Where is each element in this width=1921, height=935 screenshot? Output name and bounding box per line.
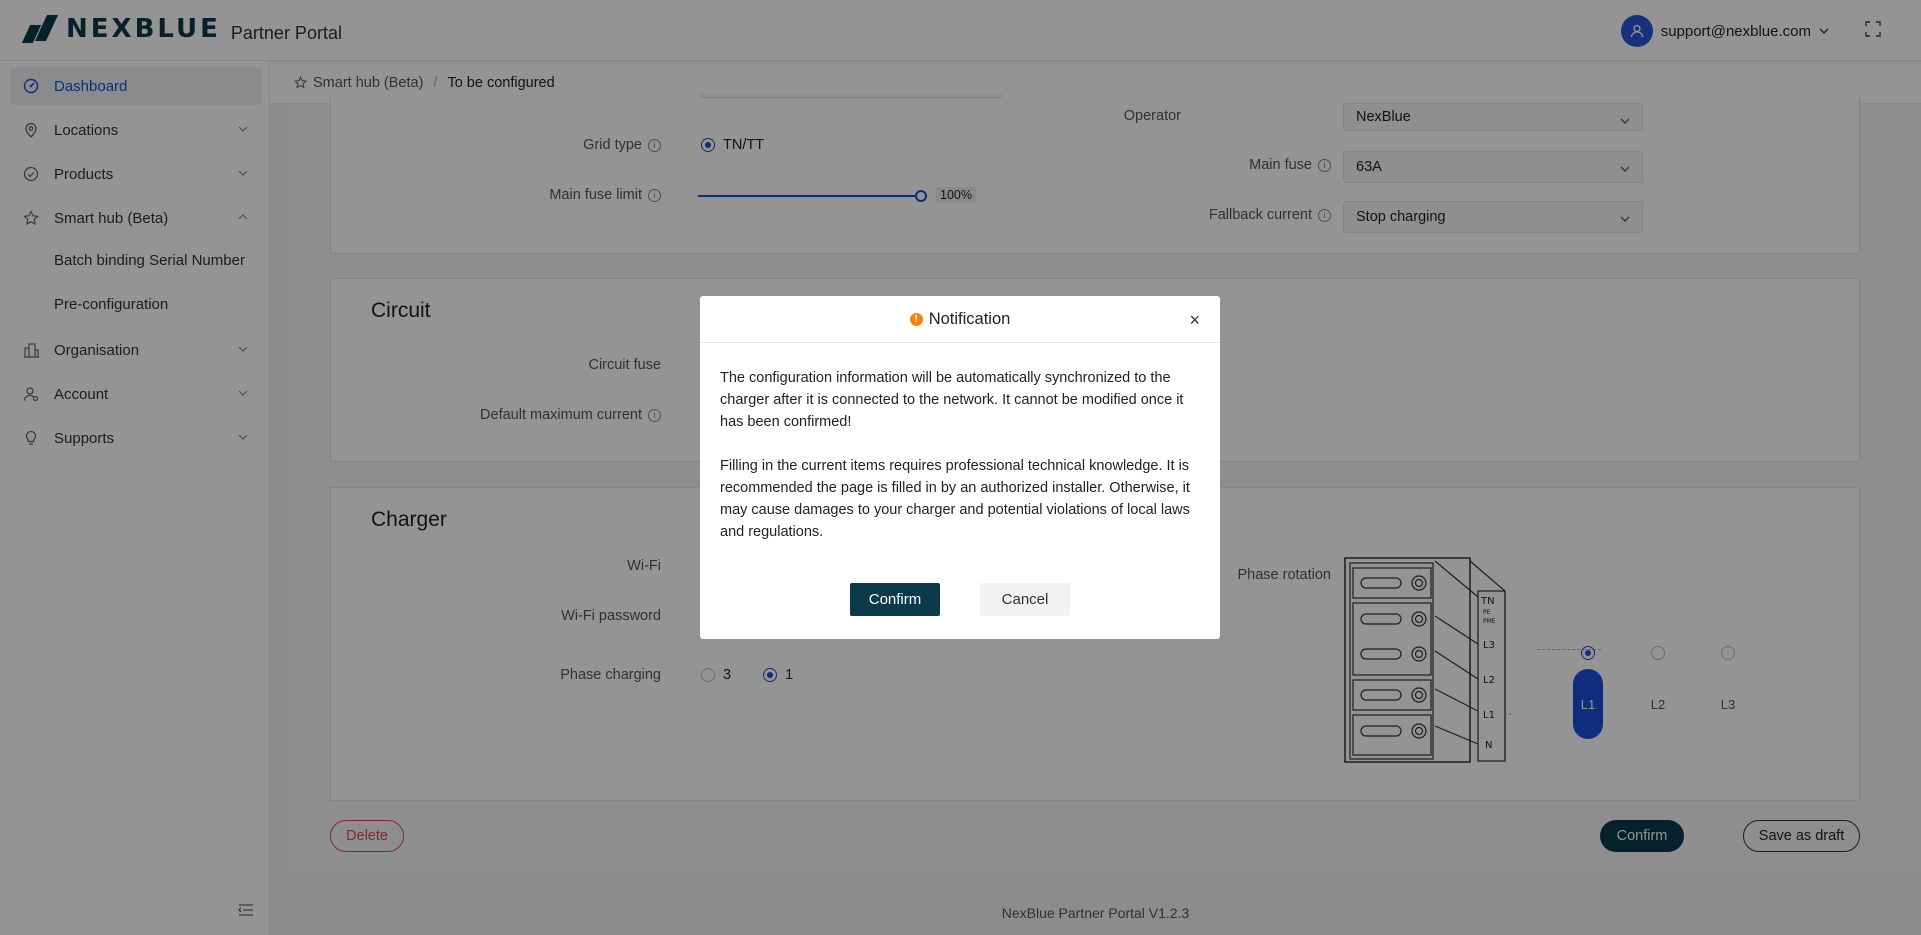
- modal-confirm-button[interactable]: Confirm: [850, 583, 940, 616]
- modal-body: The configuration information will be au…: [700, 343, 1220, 543]
- modal-title: Notification: [928, 309, 1011, 328]
- modal-paragraph: The configuration information will be au…: [720, 370, 1184, 430]
- warning-icon: !: [909, 312, 923, 326]
- notification-modal: ! Notification × The configuration infor…: [700, 296, 1220, 639]
- modal-header: ! Notification ×: [700, 296, 1220, 343]
- modal-cancel-button[interactable]: Cancel: [980, 583, 1070, 616]
- modal-paragraph: Filling in the current items requires pr…: [720, 458, 1190, 540]
- close-icon[interactable]: ×: [1189, 310, 1200, 331]
